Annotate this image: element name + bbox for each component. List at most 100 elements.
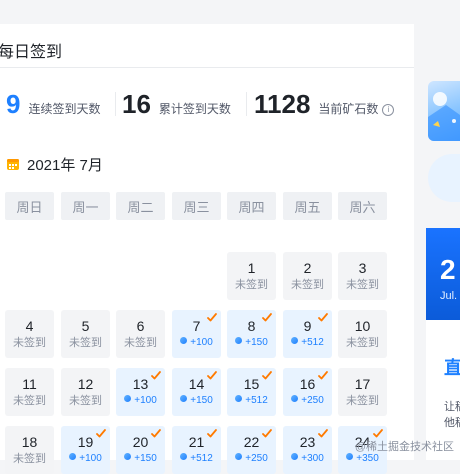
calendar-day-number: 1 bbox=[247, 260, 256, 276]
promo-small-text: Jul. bbox=[440, 290, 458, 302]
promo-heading: 直 bbox=[444, 358, 460, 378]
calendar-day-number: 12 bbox=[77, 376, 94, 392]
calendar-day-cell[interactable]: 7 +100 bbox=[172, 310, 221, 358]
calendar-day-number: 4 bbox=[25, 318, 34, 334]
calendar-day-reward: +150 bbox=[235, 335, 268, 351]
calendar-day-number: 7 bbox=[192, 318, 201, 334]
stat-total-label: 累计签到天数 bbox=[158, 102, 231, 116]
calendar-day-number: 2 bbox=[303, 260, 312, 276]
checkmark-icon bbox=[151, 429, 161, 438]
calendar-day-cell[interactable]: 12 未签到 bbox=[61, 368, 110, 416]
calendar-day-cell[interactable]: 18 未签到 bbox=[5, 426, 54, 474]
calendar-day-status: 未签到 bbox=[346, 337, 379, 349]
watermark: @稀土掘金技术社区 bbox=[354, 441, 454, 453]
calendar-day-status: 未签到 bbox=[69, 337, 102, 349]
calendar-day-cell[interactable]: 11 未签到 bbox=[5, 368, 54, 416]
calendar-day-cell[interactable]: 21 +512 bbox=[172, 426, 221, 474]
ore-icon bbox=[235, 453, 243, 460]
calendar-day-number: 5 bbox=[81, 318, 90, 334]
calendar-day-cell[interactable]: 13 +100 bbox=[116, 368, 165, 416]
ore-icon bbox=[180, 337, 188, 344]
calendar-day-number: 19 bbox=[77, 434, 94, 450]
calendar-day-cell[interactable]: 23 +300 bbox=[283, 426, 332, 474]
checkmark-icon bbox=[262, 429, 272, 438]
calendar-day-number: 11 bbox=[22, 376, 37, 392]
ore-icon bbox=[291, 395, 299, 402]
calendar-day-status: 未签到 bbox=[346, 279, 379, 291]
calendar-day-number: 16 bbox=[299, 376, 316, 392]
sidebar-pill[interactable] bbox=[428, 154, 460, 202]
calendar-day-status: 未签到 bbox=[13, 395, 46, 407]
calendar-day-cell[interactable]: 22 +250 bbox=[227, 426, 276, 474]
calendar-day-status: 未签到 bbox=[13, 337, 46, 349]
calendar-day-number: 20 bbox=[132, 434, 149, 450]
reward-amount: +250 bbox=[245, 453, 268, 464]
calendar-day-reward: +150 bbox=[124, 451, 157, 467]
calendar-month: 2021年 7月 bbox=[6, 154, 103, 174]
info-icon[interactable]: i bbox=[382, 103, 395, 116]
stats-row: 9 连续签到天数 16 累计签到天数 1128 当前矿石数 i bbox=[0, 84, 414, 124]
ore-icon bbox=[235, 395, 243, 402]
weekday-header: 周一 bbox=[61, 192, 110, 220]
calendar-day-cell[interactable]: 17 未签到 bbox=[338, 368, 387, 416]
calendar-day-cell[interactable]: 8 +150 bbox=[227, 310, 276, 358]
calendar-day-number: 14 bbox=[188, 376, 205, 392]
calendar-day-status: 未签到 bbox=[69, 395, 102, 407]
calendar-day-reward: +100 bbox=[180, 335, 213, 351]
weekday-header: 周二 bbox=[116, 192, 165, 220]
ore-icon bbox=[180, 453, 188, 460]
signin-page: 每日签到 9 连续签到天数 16 累计签到天数 1128 当前矿石数 i 202… bbox=[0, 0, 460, 474]
calendar-day-cell[interactable]: 9 +512 bbox=[283, 310, 332, 358]
right-sidebar: 2 Jul. 直 让稿 他稿 bbox=[420, 24, 460, 460]
calendar-day-cell[interactable]: 6 未签到 bbox=[116, 310, 165, 358]
calendar-day-cell[interactable]: 10 未签到 bbox=[338, 310, 387, 358]
checkmark-icon bbox=[318, 429, 328, 438]
reward-amount: +100 bbox=[134, 395, 157, 406]
calendar-day-cell[interactable]: 5 未签到 bbox=[61, 310, 110, 358]
calendar-day-reward: +250 bbox=[235, 451, 268, 467]
title-divider bbox=[0, 67, 414, 68]
sidebar-illustration bbox=[428, 81, 460, 141]
calendar-day-number: 15 bbox=[243, 376, 260, 392]
calendar-day-number: 22 bbox=[243, 434, 260, 450]
calendar-day-cell[interactable]: 2 未签到 bbox=[283, 252, 332, 300]
checkmark-icon bbox=[262, 371, 272, 380]
reward-amount: +100 bbox=[190, 337, 213, 348]
illustration-icon bbox=[428, 92, 460, 141]
calendar-day-reward: +512 bbox=[291, 335, 324, 351]
calendar-day-cell[interactable]: 15 +512 bbox=[227, 368, 276, 416]
calendar-day-number: 23 bbox=[299, 434, 316, 450]
calendar-day-cell[interactable]: 16 +250 bbox=[283, 368, 332, 416]
calendar-day-reward: +250 bbox=[291, 393, 324, 409]
calendar-day-cell[interactable]: 14 +150 bbox=[172, 368, 221, 416]
ore-icon bbox=[346, 453, 354, 460]
calendar-day-cell[interactable]: 4 未签到 bbox=[5, 310, 54, 358]
stat-divider bbox=[115, 92, 117, 116]
promo-banner: 2 Jul. bbox=[426, 228, 460, 320]
calendar-day-reward: +100 bbox=[124, 393, 157, 409]
calendar-day-cell[interactable]: 19 +100 bbox=[61, 426, 110, 474]
stat-divider bbox=[245, 92, 247, 116]
weekday-header: 周四 bbox=[227, 192, 276, 220]
calendar-day-reward: +100 bbox=[69, 451, 102, 467]
calendar-day-number: 6 bbox=[136, 318, 145, 334]
weekday-header: 周日 bbox=[5, 192, 54, 220]
ore-icon bbox=[235, 337, 243, 344]
calendar-day-number: 17 bbox=[354, 376, 371, 392]
stat-ore-label: 当前矿石数 bbox=[318, 102, 379, 116]
stat-total-value: 16 bbox=[122, 89, 151, 119]
calendar-day-cell[interactable]: 3 未签到 bbox=[338, 252, 387, 300]
reward-amount: +350 bbox=[356, 453, 379, 464]
reward-amount: +512 bbox=[245, 395, 268, 406]
reward-amount: +300 bbox=[301, 453, 324, 464]
calendar-day-reward: +512 bbox=[180, 451, 213, 467]
reward-amount: +100 bbox=[79, 453, 102, 464]
checkmark-icon bbox=[373, 429, 383, 438]
calendar-icon bbox=[7, 159, 19, 170]
stat-ore-count: 1128 当前矿石数 i bbox=[254, 84, 395, 124]
calendar-day-cell[interactable]: 1 未签到 bbox=[227, 252, 276, 300]
calendar-day-cell[interactable]: 20 +150 bbox=[116, 426, 165, 474]
calendar-day-status: 未签到 bbox=[124, 337, 157, 349]
checkmark-icon bbox=[318, 313, 328, 322]
promo-card[interactable]: 2 Jul. 直 让稿 他稿 bbox=[426, 228, 460, 460]
